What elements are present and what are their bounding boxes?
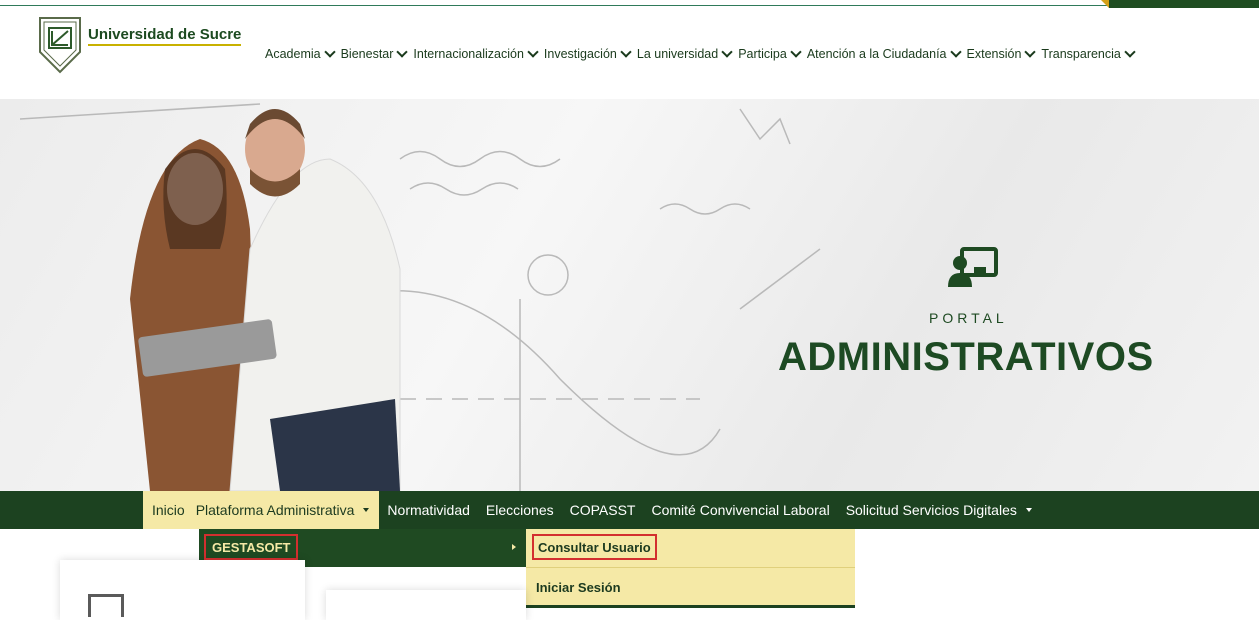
- menu-item-label: Comité Convivencial Laboral: [651, 502, 830, 518]
- submenu-item-gestasoft[interactable]: GESTASOFT: [204, 534, 299, 560]
- menu-item-copasst[interactable]: COPASST: [562, 491, 644, 529]
- submenu-item-iniciar-sesion[interactable]: Iniciar Sesión: [532, 574, 625, 600]
- nav-item-internacionalizacion[interactable]: Internacionalización: [413, 46, 539, 61]
- menu-item-comite-convivencial[interactable]: Comité Convivencial Laboral: [643, 491, 837, 529]
- chevron-down-icon: [721, 46, 733, 58]
- nav-item-label: Extensión: [966, 47, 1022, 61]
- hero-illustration: [19, 103, 821, 491]
- header-top-line: [0, 5, 1110, 6]
- nav-item-label: Investigación: [543, 47, 617, 61]
- content-card[interactable]: [326, 590, 526, 620]
- nav-item-label: Participa: [738, 47, 787, 61]
- portal-kicker: PORTAL: [929, 310, 1008, 326]
- menu-item-normatividad[interactable]: Normatividad: [379, 491, 477, 529]
- menu-item-inicio[interactable]: Inicio: [143, 491, 194, 529]
- hero-banner: PORTAL ADMINISTRATIVOS: [0, 99, 1259, 491]
- main-menu: Inicio Plataforma Administrativa Normati…: [143, 491, 1040, 529]
- nav-item-label: Academia: [265, 47, 321, 61]
- menu-item-elecciones[interactable]: Elecciones: [478, 491, 562, 529]
- nav-item-participa[interactable]: Participa: [738, 46, 802, 61]
- menu-item-label: Inicio: [152, 502, 185, 518]
- chevron-down-icon: [323, 46, 336, 58]
- submenu-divider: [526, 567, 855, 568]
- nav-item-label: Bienestar: [340, 47, 394, 61]
- nav-item-academia[interactable]: Academia: [265, 46, 336, 61]
- chevron-down-icon: [527, 46, 539, 58]
- chevron-down-icon: [396, 46, 409, 58]
- brand-name[interactable]: Universidad de Sucre: [88, 27, 242, 46]
- nav-item-la-universidad[interactable]: La universidad: [636, 46, 733, 61]
- chevron-down-icon: [790, 46, 802, 58]
- menu-item-label: Plataforma Administrativa: [195, 502, 355, 518]
- menu-item-label: Elecciones: [485, 502, 554, 518]
- header-corner-accent: [1101, 0, 1259, 8]
- mail-icon: [88, 594, 124, 617]
- caret-down-icon: [1025, 508, 1032, 512]
- nav-item-label: La universidad: [636, 47, 719, 61]
- submenu-item-consultar-usuario[interactable]: Consultar Usuario: [532, 534, 657, 560]
- chevron-down-icon: [1024, 46, 1037, 58]
- top-navigation: Academia Bienestar Internacionalización …: [265, 46, 1141, 61]
- nav-item-atencion-ciudadania[interactable]: Atención a la Ciudadanía: [806, 46, 962, 61]
- chevron-down-icon: [1124, 46, 1136, 58]
- caret-down-icon: [363, 508, 370, 512]
- content-card[interactable]: [60, 560, 305, 620]
- university-shield-icon[interactable]: [38, 14, 82, 74]
- nav-item-bienestar[interactable]: Bienestar: [340, 46, 409, 61]
- user-presentation-icon: [948, 247, 998, 287]
- menu-item-plataforma-administrativa[interactable]: Plataforma Administrativa: [193, 491, 380, 529]
- nav-item-label: Atención a la Ciudadanía: [806, 47, 947, 61]
- nav-item-label: Internacionalización: [413, 47, 524, 61]
- chevron-down-icon: [949, 46, 962, 58]
- menu-item-label: COPASST: [569, 502, 636, 518]
- menu-item-label: Solicitud Servicios Digitales: [845, 502, 1017, 518]
- portal-title: ADMINISTRATIVOS: [778, 335, 1154, 379]
- menu-item-solicitud-servicios[interactable]: Solicitud Servicios Digitales: [838, 491, 1040, 529]
- chevron-down-icon: [620, 46, 632, 58]
- caret-right-icon: [512, 544, 516, 550]
- submenu-gestasoft: Consultar Usuario Iniciar Sesión: [526, 529, 855, 608]
- nav-item-investigacion[interactable]: Investigación: [543, 46, 632, 61]
- nav-item-extension[interactable]: Extensión: [966, 46, 1037, 61]
- nav-item-label: Transparencia: [1041, 47, 1121, 61]
- nav-item-transparencia[interactable]: Transparencia: [1041, 46, 1136, 61]
- menu-item-label: Normatividad: [387, 502, 470, 518]
